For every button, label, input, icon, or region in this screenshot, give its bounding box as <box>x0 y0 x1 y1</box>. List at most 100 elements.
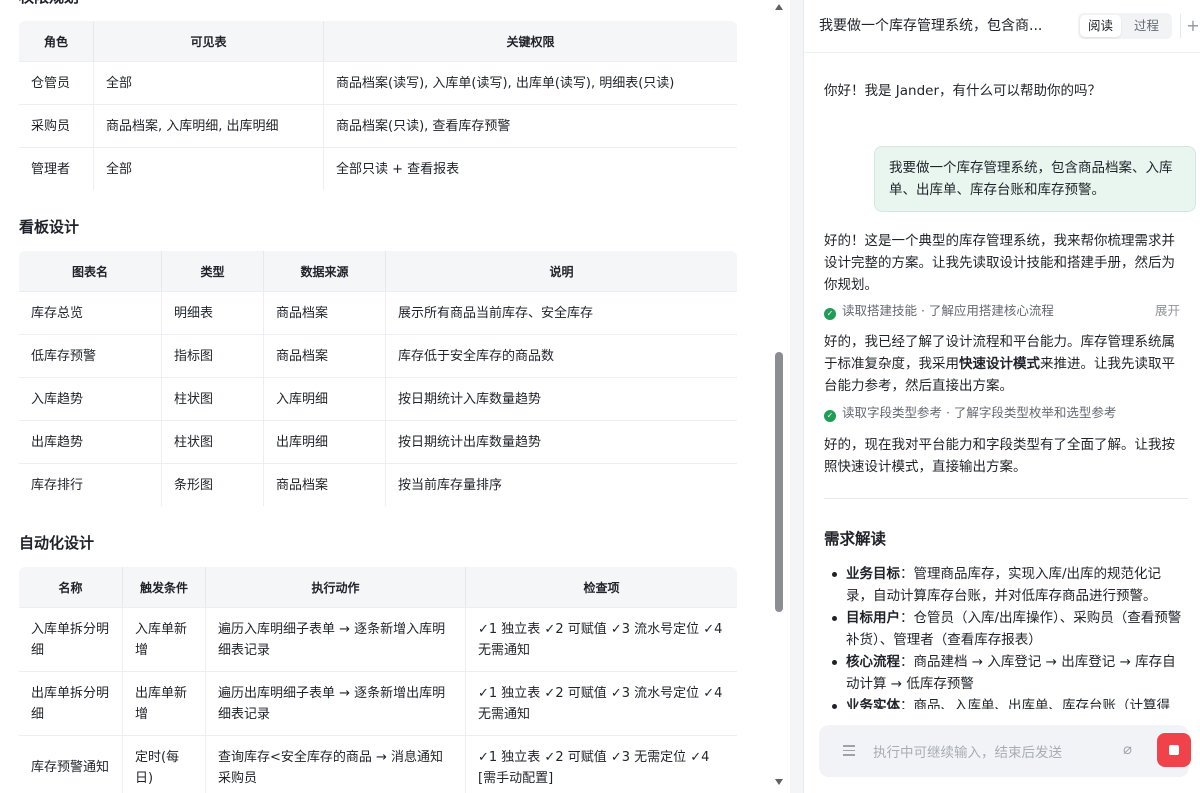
table-cell: ✓1 独立表 ✓2 可赋值 ✓3 流水号定位 ✓4 无需通知 <box>466 671 737 735</box>
check-icon: ✓ <box>824 410 836 422</box>
scroll-up-icon[interactable] <box>775 4 783 10</box>
tool-step[interactable]: ✓ 读取字段类型参考 · 了解字段类型枚举和选型参考 <box>824 402 1180 422</box>
divider <box>824 498 1188 499</box>
scrollbar-thumb[interactable] <box>775 352 783 612</box>
chat-title: 我要做一个库存管理系统，包含商... <box>819 18 1043 34</box>
chat-pane: 我要做一个库存管理系统，包含商... 阅读 过程 + 你好！我是 Jander，… <box>803 0 1200 793</box>
table-row: 采购员 商品档案, 入库明细, 出库明细 商品档案(只读), 查看库存预警 <box>19 104 737 147</box>
section-title-automation: 自动化设计 <box>19 534 95 552</box>
table-row: 入库单拆分明细 入库单新增 遍历入库明细子表单 → 逐条新增入库明细表记录 ✓1… <box>19 607 737 671</box>
table-row: 库存预警通知 定时(每日) 查询库存<安全库存的商品 → 消息通知采购员 ✓1 … <box>19 735 737 793</box>
user-message-bubble: 我要做一个库存管理系统，包含商品档案、入库单、出库单、库存台账和库存预警。 <box>874 146 1196 212</box>
plus-icon[interactable]: + <box>1180 14 1200 38</box>
expand-link[interactable]: 展开 <box>1155 300 1180 319</box>
stop-icon <box>1169 745 1179 755</box>
table-cell: 遍历入库明细子表单 → 逐条新增入库明细表记录 <box>206 607 466 671</box>
table-cell: 入库趋势 <box>19 377 162 420</box>
table-cell: ✓1 独立表 ✓2 可赋值 ✓3 流水号定位 ✓4 无需通知 <box>466 607 737 671</box>
table-cell: 全部 <box>94 147 324 190</box>
table-cell: 商品档案(只读), 查看库存预警 <box>324 104 737 147</box>
list-item-label: 目标用户 <box>846 610 900 626</box>
table-row: 仓管员 全部 商品档案(读写), 入库单(读写), 出库单(读写), 明细表(只… <box>19 61 737 104</box>
table-cell: 按当前库存量排序 <box>386 463 737 506</box>
column-header: 执行动作 <box>206 567 466 607</box>
table-header-row: 角色 可见表 关键权限 <box>19 21 737 61</box>
column-header: 检查项 <box>466 567 737 607</box>
table-cell: 出库明细 <box>264 420 386 463</box>
tab-process[interactable]: 过程 <box>1126 15 1167 37</box>
tab-read[interactable]: 阅读 <box>1080 15 1122 37</box>
table-cell: 低库存预警 <box>19 334 162 377</box>
table-cell: 出库趋势 <box>19 420 162 463</box>
column-header: 触发条件 <box>123 567 206 607</box>
table-cell: 展示所有商品当前库存、安全库存 <box>386 291 737 334</box>
table-cell: 商品档案(读写), 入库单(读写), 出库单(读写), 明细表(只读) <box>324 61 737 104</box>
tool-step-label: 读取字段类型参考 · 了解字段类型枚举和选型参考 <box>842 405 1117 420</box>
table-cell: 按日期统计入库数量趋势 <box>386 377 737 420</box>
tool-step[interactable]: ✓ 读取搭建技能 · 了解应用搭建核心流程 展开 <box>824 300 1180 320</box>
column-header: 关键权限 <box>324 21 737 61</box>
bullet-icon <box>832 704 837 709</box>
column-header: 数据来源 <box>264 251 386 291</box>
table-cell: 查询库存<安全库存的商品 → 消息通知采购员 <box>206 735 466 793</box>
column-header: 可见表 <box>94 21 324 61</box>
table-cell: 采购员 <box>19 104 94 147</box>
table-cell: 商品档案 <box>264 334 386 377</box>
table-row: 管理者 全部 全部只读 + 查看报表 <box>19 147 737 190</box>
table-cell: 柱状图 <box>162 377 264 420</box>
list-item-label: 核心流程 <box>846 654 900 670</box>
paperclip-icon[interactable]: ⌀ <box>1123 740 1132 758</box>
table-cell: 全部只读 + 查看报表 <box>324 147 737 190</box>
view-toggle: 阅读 过程 <box>1078 13 1172 39</box>
section-title-dashboard: 看板设计 <box>19 218 80 236</box>
chat-messages: 你好！我是 Jander，有什么可以帮助你的吗？ 我要做一个库存管理系统，包含商… <box>804 53 1200 709</box>
column-header: 名称 <box>19 567 123 607</box>
assistant-reply: 好的，现在我对平台能力和字段类型有了全面了解。让我按照快速设计模式，直接输出方案… <box>824 437 1175 475</box>
table-header-row: 图表名 类型 数据来源 说明 <box>19 251 737 291</box>
column-header: 图表名 <box>19 251 162 291</box>
table-cell: 定时(每日) <box>123 735 206 793</box>
table-row: 出库单拆分明细 出库单新增 遍历出库明细子表单 → 逐条新增出库明细表记录 ✓1… <box>19 671 737 735</box>
table-cell: ✓1 独立表 ✓2 可赋值 ✓3 无需定位 ✓4 [需手动配置] <box>466 735 737 793</box>
table-cell: 明细表 <box>162 291 264 334</box>
table-row: 出库趋势 柱状图 出库明细 按日期统计出库数量趋势 <box>19 420 737 463</box>
list-item: 核心流程：商品建档 → 入库登记 → 出库登记 → 库存自动计算 → 低库存预警 <box>824 651 1184 695</box>
reply-bold-text: 快速设计模式 <box>959 356 1040 372</box>
stop-button[interactable] <box>1157 733 1191 767</box>
check-icon: ✓ <box>824 308 836 320</box>
column-header: 说明 <box>386 251 737 291</box>
table-cell: 按日期统计出库数量趋势 <box>386 420 737 463</box>
requirement-list: 业务目标：管理商品库存，实现入库/出库的规范化记录，自动计算库存台账，并对低库存… <box>824 563 1184 709</box>
document-scrollbar[interactable] <box>772 0 786 793</box>
menu-icon[interactable] <box>843 745 855 756</box>
bullet-icon <box>832 660 837 665</box>
table-cell: 库存排行 <box>19 463 162 506</box>
table-cell: 商品档案 <box>264 463 386 506</box>
table-cell: 出库单新增 <box>123 671 206 735</box>
table-cell: 遍历出库明细子表单 → 逐条新增出库明细表记录 <box>206 671 466 735</box>
table-row: 库存总览 明细表 商品档案 展示所有商品当前库存、安全库存 <box>19 291 737 334</box>
section-heading: 需求解读 <box>824 530 887 548</box>
table-row: 库存排行 条形图 商品档案 按当前库存量排序 <box>19 463 737 506</box>
scroll-down-icon[interactable] <box>775 779 783 785</box>
table-cell: 入库单拆分明细 <box>19 607 123 671</box>
column-header: 角色 <box>19 21 94 61</box>
list-item: 业务实体：商品、入库单、出库单、库存台账（计算得出） <box>824 695 1184 709</box>
table-cell: 管理者 <box>19 147 94 190</box>
assistant-reply: 好的！这是一个典型的库存管理系统，我来帮你梳理需求并设计完整的方案。让我先读取设… <box>824 233 1175 293</box>
list-item-label: 业务实体 <box>846 698 900 709</box>
tool-step-label: 读取搭建技能 · 了解应用搭建核心流程 <box>842 303 1054 318</box>
chat-input[interactable]: 执行中可继续输入，结束后发送 ⌀ <box>819 725 1191 777</box>
table-cell: 条形图 <box>162 463 264 506</box>
table-cell: 全部 <box>94 61 324 104</box>
list-item-label: 业务目标 <box>846 566 900 582</box>
column-header: 类型 <box>162 251 264 291</box>
assistant-greeting: 你好！我是 Jander，有什么可以帮助你的吗？ <box>824 83 1102 99</box>
table-cell: 指标图 <box>162 334 264 377</box>
bullet-icon <box>832 616 837 621</box>
table-cell: 商品档案 <box>264 291 386 334</box>
table-cell: 柱状图 <box>162 420 264 463</box>
table-header-row: 名称 触发条件 执行动作 检查项 <box>19 567 737 607</box>
table-cell: 商品档案, 入库明细, 出库明细 <box>94 104 324 147</box>
input-placeholder[interactable]: 执行中可继续输入，结束后发送 <box>873 741 1062 761</box>
